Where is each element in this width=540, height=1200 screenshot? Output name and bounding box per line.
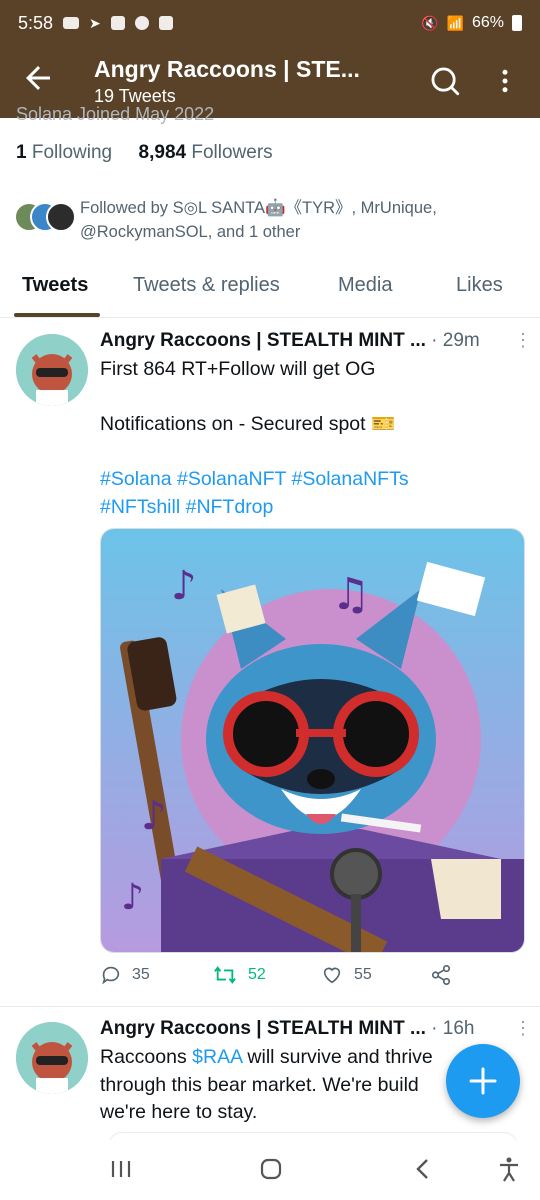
tab-media[interactable]: Media — [338, 274, 392, 297]
follow-stats: 1 Following 8,984 Followers — [16, 142, 273, 164]
avatar — [46, 202, 76, 232]
plus-icon — [469, 1067, 497, 1095]
hashtags[interactable]: #Solana #SolanaNFT #SolanaNFTs — [100, 466, 525, 494]
share-icon — [431, 965, 451, 985]
author-name[interactable]: Angry Raccoons | STEALTH MINT ... — [100, 1018, 426, 1040]
active-tab-indicator — [14, 313, 100, 317]
system-nav-bar — [0, 1140, 540, 1200]
tweet-image[interactable]: ♪ ♫ ♪ ♪ — [100, 528, 525, 953]
reply-button[interactable]: 35 — [100, 964, 150, 986]
tweet-header: Angry Raccoons | STEALTH MINT ... · 16h — [100, 1018, 474, 1040]
profile-title: Angry Raccoons | STE... — [94, 56, 360, 82]
tweet-menu-icon[interactable]: ⋮ — [514, 1018, 532, 1039]
tweet-menu-icon[interactable]: ⋮ — [514, 330, 532, 351]
battery-icon — [512, 15, 522, 31]
back-nav-icon[interactable] — [408, 1154, 438, 1184]
profile-meta-row: Solana Joined May 2022 — [16, 104, 215, 124]
retweet-button[interactable]: 52 — [212, 964, 266, 986]
gamepad-icon — [63, 17, 80, 29]
recent-apps-icon[interactable] — [106, 1154, 136, 1184]
tweet-time: · 29m — [431, 330, 480, 351]
tweet-text: First 864 RT+Follow will get OG Notifica… — [100, 356, 525, 521]
home-icon[interactable] — [256, 1154, 286, 1184]
back-arrow-icon[interactable] — [20, 60, 56, 96]
avatar[interactable] — [16, 1022, 88, 1094]
telegram-icon: ➤ — [89, 14, 101, 31]
like-button[interactable]: 55 — [320, 964, 372, 986]
battery-text: 66% — [471, 14, 504, 31]
retweet-icon — [214, 966, 236, 984]
tab-likes[interactable]: Likes — [456, 274, 503, 297]
svg-text:♪: ♪ — [171, 563, 197, 609]
cashtag[interactable]: $RAA — [192, 1046, 242, 1068]
svg-text:♪: ♪ — [141, 793, 167, 839]
avatar[interactable] — [16, 334, 88, 406]
app-icon — [110, 16, 125, 30]
search-icon[interactable] — [428, 64, 462, 98]
followed-by[interactable]: Followed by S◎L SANTA🤖《TYR》, MrUnique, @… — [14, 196, 534, 248]
hashtags[interactable]: #NFTshill #NFTdrop — [100, 494, 525, 522]
status-bar: 5:58 ➤ 🔇 📶 66% — [0, 0, 540, 46]
profile-tabs: Tweets Tweets & replies Media Likes — [0, 262, 540, 318]
heart-icon — [323, 967, 341, 984]
gallery-icon — [158, 16, 173, 30]
more-vert-icon[interactable] — [490, 64, 520, 98]
tweet-actions: 35 52 55 — [100, 964, 525, 994]
followers-link[interactable]: 8,984 Followers — [139, 142, 273, 163]
tab-tweets-replies[interactable]: Tweets & replies — [133, 274, 280, 297]
accessibility-icon[interactable] — [494, 1154, 524, 1184]
svg-text:♪: ♪ — [121, 877, 144, 918]
follower-avatars — [14, 202, 76, 234]
author-name[interactable]: Angry Raccoons | STEALTH MINT ... — [100, 330, 426, 352]
clock: 5:58 — [18, 12, 54, 33]
share-button[interactable] — [430, 964, 452, 986]
svg-text:♫: ♫ — [331, 569, 370, 620]
following-link[interactable]: 1 Following — [16, 142, 112, 163]
compose-tweet-button[interactable] — [446, 1044, 520, 1118]
app-icon — [134, 16, 149, 30]
tab-tweets[interactable]: Tweets — [22, 274, 88, 297]
tweet-time: · 16h — [431, 1018, 475, 1039]
followed-by-text: Followed by S◎L SANTA🤖《TYR》, MrUnique, @… — [80, 199, 437, 241]
mute-icon: 🔇 — [421, 14, 439, 31]
reply-icon — [102, 966, 120, 985]
tweet-header: Angry Raccoons | STEALTH MINT ... · 29m — [100, 330, 480, 352]
wifi-icon: 📶 — [446, 14, 464, 31]
